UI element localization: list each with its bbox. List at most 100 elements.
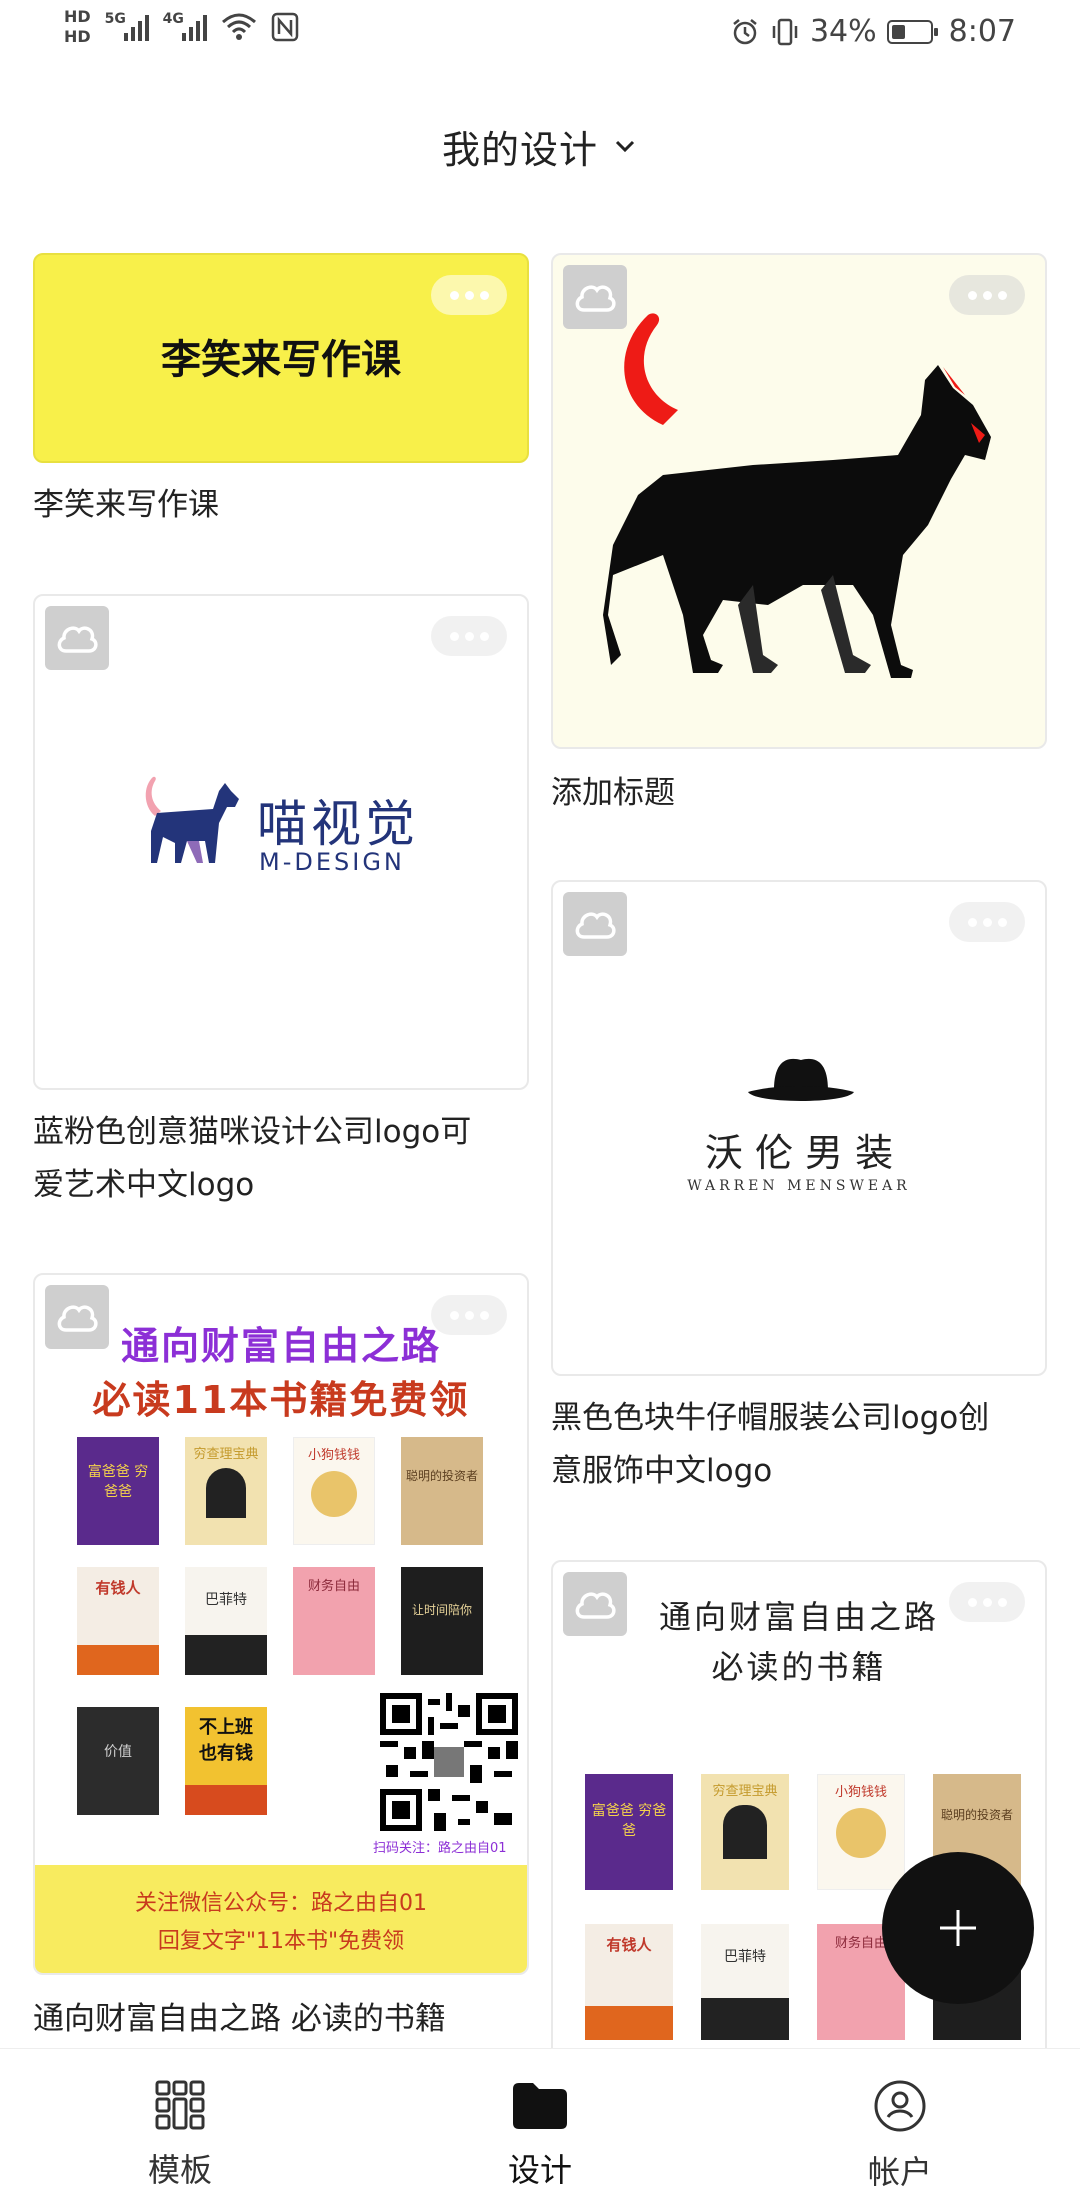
design-caption: 李笑来写作课 (33, 487, 219, 523)
book-cover: 巴菲特 (185, 1567, 267, 1675)
more-options-button[interactable] (949, 1582, 1025, 1622)
design-thumbnail[interactable]: 喵视觉 M-DESIGN (33, 594, 529, 1090)
chevron-down-icon (615, 140, 635, 153)
more-options-button[interactable] (431, 616, 507, 656)
cloud-sync-icon (45, 606, 109, 670)
book-title: 小狗钱钱 (307, 1448, 360, 1463)
book-cover: 穷查理宝典 (185, 1437, 267, 1545)
book-title: 聪明的投资者 (405, 1469, 478, 1483)
logo-en-text: WARREN MENSWEAR (687, 1178, 911, 1194)
logo-cn-text: 沃 伦 男 装 (704, 1131, 894, 1175)
book-title: 富爸爸 穷爸爸 (591, 1803, 667, 1839)
cat-logo-icon (145, 776, 239, 863)
cloud-sync-icon (563, 892, 627, 956)
hd-indicator: HD HD (64, 8, 91, 46)
nav-item-design[interactable]: 设计 (440, 2049, 640, 2204)
caption-line: 意服饰中文logo (551, 1453, 773, 1489)
signal-4g-icon: 4G (163, 11, 207, 43)
design-card[interactable]: 通向财富自由之路 必读11本书籍免费领 富爸爸 穷爸爸 穷查理宝典 小狗钱钱 聪… (33, 1273, 529, 2048)
more-options-button[interactable] (431, 275, 507, 315)
book-cover: 价值 (77, 1707, 159, 1815)
book-cover: 巴菲特 (701, 1924, 789, 2040)
qr-caption: 扫码关注：路之由自01 (373, 1841, 507, 1856)
alarm-icon (733, 18, 757, 44)
more-options-button[interactable] (949, 275, 1025, 315)
design-card[interactable]: 喵视觉 M-DESIGN 蓝粉色创意猫咪设计公司logo可 爱艺术中文logo (33, 594, 529, 1214)
book-title: 穷查理宝典 (712, 1784, 778, 1799)
grid-icon (155, 2080, 205, 2130)
book-title: 让时间陪你 (411, 1603, 472, 1617)
poster-footer-line: 回复文字"11本书"免费领 (157, 1929, 405, 1954)
hd-top-label: HD (64, 7, 91, 26)
book-cover: 富爸爸 穷爸爸 (585, 1774, 673, 1890)
book-cover: 富爸爸 穷爸爸 (77, 1437, 159, 1545)
folder-icon (513, 2083, 567, 2129)
design-thumbnail[interactable]: 沃 伦 男 装 WARREN MENSWEAR (551, 880, 1047, 1376)
create-design-button[interactable] (882, 1852, 1034, 2004)
book-cover: 有钱人 (585, 1924, 673, 2040)
hd-bottom-label: HD (64, 27, 91, 46)
book-title: 不上班 也有钱 (199, 1717, 253, 1764)
clock: 8:07 (948, 14, 1016, 49)
design-list-screen: HD HD 5G 4G 34% 8:07 我的设计 李笑来写作课 李笑来写作课 … (0, 0, 1080, 2204)
logo-cn-text: 喵视觉 (257, 795, 419, 853)
book-cover: 穷查理宝典 (701, 1774, 789, 1890)
design-card[interactable]: 沃 伦 男 装 WARREN MENSWEAR 黑色色块牛仔帽服装公司logo创… (551, 880, 1047, 1500)
bottom-nav: 模板 设计 帐户 (0, 2048, 1080, 2204)
cat-illustration (603, 313, 991, 678)
cloud-sync-icon (45, 1285, 109, 1349)
battery-percent: 34% (809, 14, 877, 49)
book-title: 巴菲特 (724, 1949, 766, 1965)
book-title: 财务自由 (834, 1936, 887, 1951)
book-title: 穷查理宝典 (193, 1447, 259, 1462)
design-caption: 黑色色块牛仔帽服装公司logo创 意服饰中文logo (551, 1392, 989, 1498)
qr-code (380, 1693, 518, 1831)
plus-icon (940, 1910, 976, 1946)
book-cover: 不上班 也有钱 (185, 1707, 267, 1815)
book-title: 小狗钱钱 (834, 1785, 887, 1800)
book-row: 有钱人 巴菲特 财务自由 让时间陪你 (77, 1567, 483, 1675)
book-cover: 小狗钱钱 (293, 1437, 375, 1545)
book-title: 聪明的投资者 (940, 1808, 1013, 1822)
design-card[interactable]: 添加标题 (551, 253, 1047, 823)
page-title: 我的设计 (441, 127, 598, 172)
thumbnail-title: 李笑来写作课 (161, 337, 401, 383)
book-title: 有钱人 (95, 1579, 141, 1597)
signal-5g-icon: 5G (105, 11, 149, 43)
cloud-sync-icon (563, 1572, 627, 1636)
logo-en-text: M-DESIGN (259, 848, 405, 876)
nav-label: 设计 (507, 2151, 572, 2189)
design-thumbnail[interactable]: 通向财富自由之路 必读11本书籍免费领 富爸爸 穷爸爸 穷查理宝典 小狗钱钱 聪… (33, 1273, 529, 1975)
more-options-button[interactable] (949, 902, 1025, 942)
nav-item-account[interactable]: 帐户 (800, 2049, 1000, 2204)
caption-line: 爱艺术中文logo (33, 1167, 255, 1203)
book-cover: 聪明的投资者 (401, 1437, 483, 1545)
book-row: 富爸爸 穷爸爸 穷查理宝典 小狗钱钱 聪明的投资者 (77, 1437, 483, 1545)
wifi-icon (221, 13, 256, 40)
design-card[interactable]: 李笑来写作课 李笑来写作课 (33, 253, 529, 533)
design-thumbnail[interactable] (551, 253, 1047, 749)
book-cover: 有钱人 (77, 1567, 159, 1675)
poster-footer: 关注微信公众号：路之由自01 回复文字"11本书"免费领 (35, 1865, 527, 1973)
hat-logo-icon (748, 1058, 854, 1101)
poster-title-line2: 必读的书籍 (711, 1648, 887, 1686)
status-bar: HD HD 5G 4G 34% 8:07 (0, 0, 1080, 70)
folder-selector[interactable]: 我的设计 (0, 110, 1080, 182)
nav-label: 帐户 (867, 2153, 932, 2191)
nav-item-templates[interactable]: 模板 (80, 2049, 280, 2204)
poster-footer-line: 关注微信公众号：路之由自01 (135, 1891, 427, 1916)
design-thumbnail[interactable]: 李笑来写作课 (33, 253, 529, 463)
book-row: 价值 不上班 也有钱 (77, 1707, 267, 1815)
battery-icon (886, 19, 938, 44)
nfc-icon (271, 12, 298, 42)
book-title: 财务自由 (307, 1579, 360, 1594)
design-caption: 添加标题 (551, 775, 675, 811)
design-caption: 通向财富自由之路 必读的书籍 (33, 2001, 446, 2037)
book-title: 巴菲特 (205, 1592, 247, 1608)
book-title: 富爸爸 穷爸爸 (87, 1464, 149, 1500)
nav-label: 模板 (147, 2151, 212, 2189)
poster-title-line2: 必读11本书籍免费领 (92, 1378, 470, 1422)
more-options-button[interactable] (431, 1295, 507, 1335)
book-cover: 让时间陪你 (401, 1567, 483, 1675)
book-title: 价值 (104, 1744, 132, 1760)
